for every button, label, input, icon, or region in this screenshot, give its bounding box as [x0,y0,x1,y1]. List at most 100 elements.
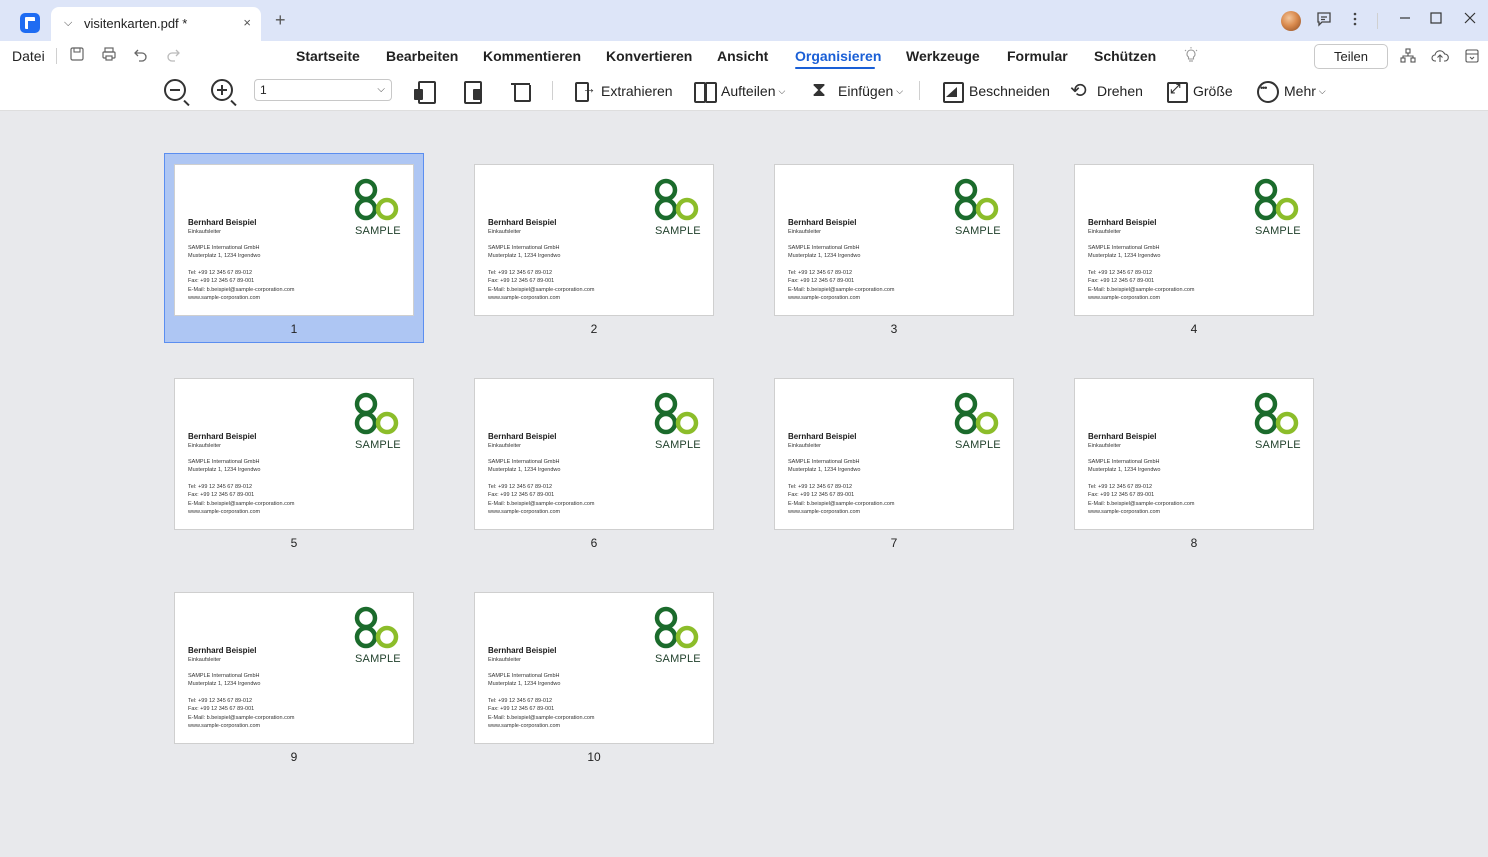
business-card-page[interactable]: Bernhard Beispiel Einkaufsleiter SAMPLE … [1074,164,1314,316]
menu-bearbeiten[interactable]: Bearbeiten [386,48,458,64]
menu-konvertieren[interactable]: Konvertieren [606,48,692,64]
card-web: www.sample-corporation.com [1088,509,1161,515]
menu-ansicht[interactable]: Ansicht [717,48,768,64]
document-tab-title: visitenkarten.pdf * [84,16,188,31]
page-number-label: 10 [587,750,601,764]
replace-page-button[interactable] [462,79,484,104]
card-email: E-Mail: b.beispiel@sample-corporation.co… [788,501,895,507]
card-name: Bernhard Beispiel [1088,218,1157,227]
business-card-page[interactable]: Bernhard Beispiel Einkaufsleiter SAMPLE … [474,592,714,744]
business-card-page[interactable]: Bernhard Beispiel Einkaufsleiter SAMPLE … [474,164,714,316]
save-icon[interactable] [69,46,85,66]
business-card-page[interactable]: Bernhard Beispiel Einkaufsleiter SAMPLE … [174,378,414,530]
card-tel: Tel: +99 12 345 67 89-012 [1088,270,1153,276]
card-logo-text: SAMPLE [1255,439,1301,451]
menu-formular[interactable]: Formular [1007,48,1068,64]
new-tab-icon[interactable]: + [275,11,286,29]
card-logo-text: SAMPLE [955,439,1001,451]
card-name: Bernhard Beispiel [488,218,557,227]
minimize-icon[interactable] [1398,11,1412,29]
organize-toolbar: 1 ⌵ Extrahieren Aufteilen ⌵ Einfügen ⌵ B… [0,71,1488,111]
card-name: Bernhard Beispiel [188,218,257,227]
rotate-button[interactable]: Drehen [1069,78,1143,103]
card-address: Musterplatz 1, 1234 Irgendwo [488,467,561,473]
card-company: SAMPLE International GmbH [488,673,560,679]
card-web: www.sample-corporation.com [1088,295,1161,301]
sample-logo-icon [654,606,699,649]
extract-icon [573,80,596,102]
card-company: SAMPLE International GmbH [1088,245,1160,251]
tab-close-icon[interactable]: × [243,15,251,30]
card-email: E-Mail: b.beispiel@sample-corporation.co… [488,287,595,293]
print-icon[interactable] [101,46,117,66]
sample-logo-icon [354,392,399,435]
business-card-page[interactable]: Bernhard Beispiel Einkaufsleiter SAMPLE … [774,378,1014,530]
tab-chevron-icon[interactable]: ⌵ [64,17,72,30]
toolbar-divider [552,81,553,100]
card-web: www.sample-corporation.com [488,723,561,729]
maximize-icon[interactable] [1429,11,1443,29]
business-card-page[interactable]: Bernhard Beispiel Einkaufsleiter SAMPLE … [474,378,714,530]
insert-blank-before-button[interactable] [413,79,436,104]
more-button[interactable]: Mehr ⌵ [1256,79,1326,103]
sample-logo-icon [354,606,399,649]
card-logo-text: SAMPLE [355,653,401,665]
card-address: Musterplatz 1, 1234 Irgendwo [488,253,561,259]
card-address: Musterplatz 1, 1234 Irgendwo [188,467,261,473]
feedback-icon[interactable] [1316,11,1332,31]
menu-schuetzen[interactable]: Schützen [1094,48,1156,64]
menu-werkzeuge[interactable]: Werkzeuge [906,48,980,64]
document-tab[interactable]: ⌵ visitenkarten.pdf * × [51,7,261,41]
menu-organisieren[interactable]: Organisieren [795,48,881,64]
redo-icon[interactable] [165,46,181,66]
sample-logo-icon [1254,178,1299,221]
panel-toggle-icon[interactable] [1464,48,1480,67]
extract-button[interactable]: Extrahieren [573,79,673,103]
sample-logo-icon [654,392,699,435]
split-button[interactable]: Aufteilen ⌵ [693,79,785,103]
business-card-page[interactable]: Bernhard Beispiel Einkaufsleiter SAMPLE … [1074,378,1314,530]
zoom-in-icon[interactable] [211,79,237,107]
trash-icon [510,80,532,102]
page-number-value: 1 [260,83,267,97]
cloud-upload-icon[interactable] [1431,48,1449,67]
split-label: Aufteilen [721,83,776,99]
card-fax: Fax: +99 12 345 67 89-001 [788,492,855,498]
active-menu-indicator [795,67,875,69]
user-avatar[interactable] [1281,11,1301,31]
card-fax: Fax: +99 12 345 67 89-001 [788,278,855,284]
page-number-label: 5 [290,536,298,550]
zoom-out-icon[interactable] [164,79,190,107]
page-number-select[interactable]: 1 ⌵ [254,79,392,101]
share-button[interactable]: Teilen [1314,44,1388,69]
card-email: E-Mail: b.beispiel@sample-corporation.co… [1088,287,1195,293]
page-size-button[interactable]: Größe [1165,79,1233,103]
card-role: Einkaufsleiter [788,443,822,449]
lightbulb-icon[interactable] [1183,47,1199,68]
page-number-label: 7 [890,536,898,550]
menu-startseite[interactable]: Startseite [296,48,360,64]
card-company: SAMPLE International GmbH [1088,459,1160,465]
card-web: www.sample-corporation.com [188,509,261,515]
card-name: Bernhard Beispiel [788,218,857,227]
delete-page-button[interactable] [510,79,532,103]
more-options-icon[interactable] [1349,11,1361,31]
business-card-page[interactable]: Bernhard Beispiel Einkaufsleiter SAMPLE … [774,164,1014,316]
card-tel: Tel: +99 12 345 67 89-012 [788,270,853,276]
page-insert-left-icon [413,80,436,104]
card-role: Einkaufsleiter [488,229,522,235]
rotate-label: Drehen [1097,83,1143,99]
window-close-icon[interactable] [1463,11,1477,29]
business-card-page[interactable]: Bernhard Beispiel Einkaufsleiter SAMPLE … [174,164,414,316]
app-logo-icon[interactable] [20,13,40,33]
menu-kommentieren[interactable]: Kommentieren [483,48,581,64]
network-icon[interactable] [1400,48,1416,67]
file-menu[interactable]: Datei [12,48,45,64]
business-card-page[interactable]: Bernhard Beispiel Einkaufsleiter SAMPLE … [174,592,414,744]
card-logo-text: SAMPLE [655,439,701,451]
rotate-icon [1069,78,1091,103]
card-email: E-Mail: b.beispiel@sample-corporation.co… [1088,501,1195,507]
crop-button[interactable]: Beschneiden [941,79,1050,103]
undo-icon[interactable] [133,46,149,66]
insert-button[interactable]: Einfügen ⌵ [810,79,903,103]
